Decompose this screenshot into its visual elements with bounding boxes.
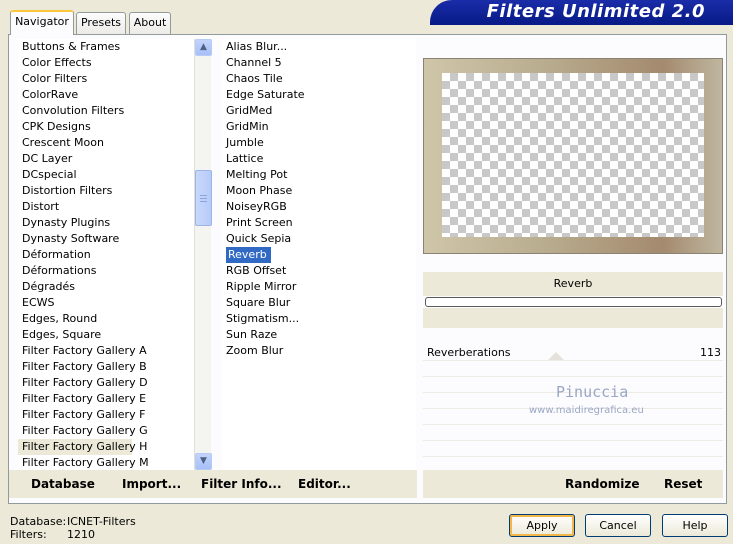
filter-item[interactable]: Channel 5 [222, 55, 416, 71]
category-list[interactable]: Buttons & Frames Color Effects Color Filte… [18, 39, 194, 471]
tab-presets[interactable]: Presets [76, 12, 126, 34]
category-item[interactable]: Filter Factory Gallery G [18, 423, 194, 439]
filter-item[interactable]: Ripple Mirror [222, 279, 416, 295]
category-item[interactable]: Filter Factory Gallery B [18, 359, 194, 375]
scroll-thumb[interactable] [195, 170, 212, 226]
param-row-reverberations[interactable]: Reverberations 113 [423, 345, 723, 361]
reset-button[interactable]: Reset [664, 470, 702, 498]
filter-item[interactable]: Reverb [222, 247, 416, 263]
filter-item[interactable]: NoiseyRGB [222, 199, 416, 215]
category-item[interactable]: DC Layer [18, 151, 194, 167]
watermark-site: www.maidiregrafica.eu [529, 405, 644, 416]
category-item[interactable]: Dynasty Software [18, 231, 194, 247]
filter-item[interactable]: Stigmatism... [222, 311, 416, 327]
app-title: Filters Unlimited 2.0 [486, 1, 705, 22]
param-row-empty [423, 441, 723, 457]
watermark-name: Pinuccia [556, 383, 629, 401]
category-scrollbar[interactable]: ▲ ▼ [194, 39, 212, 471]
category-item[interactable]: Dynasty Plugins [18, 215, 194, 231]
filter-item[interactable]: Edge Saturate [222, 87, 416, 103]
category-item[interactable]: DCspecial [18, 167, 194, 183]
filter-item[interactable]: Quick Sepia [222, 231, 416, 247]
category-item[interactable]: Color Filters [18, 71, 194, 87]
filter-item-selected[interactable]: Reverb [226, 247, 271, 263]
category-item[interactable]: Color Effects [18, 55, 194, 71]
filter-item[interactable]: Alias Blur... [222, 39, 416, 55]
database-button[interactable]: Database [31, 470, 95, 498]
category-item[interactable]: Filter Factory Gallery E [18, 391, 194, 407]
selected-filter-name: Reverb [423, 272, 723, 296]
filter-item[interactable]: Chaos Tile [222, 71, 416, 87]
category-item[interactable]: Distort [18, 199, 194, 215]
cancel-button[interactable]: Cancel [585, 514, 651, 537]
param-label: Reverberations [427, 346, 511, 359]
category-item[interactable]: Filter Factory Gallery H [18, 439, 147, 455]
filter-item[interactable]: GridMin [222, 119, 416, 135]
filters-count-label: Filters: [10, 528, 47, 541]
category-item[interactable]: Convolution Filters [18, 103, 194, 119]
filter-item[interactable]: Moon Phase [222, 183, 416, 199]
param-row-empty [423, 425, 723, 441]
category-item[interactable]: Buttons & Frames [18, 39, 194, 55]
randomize-button[interactable]: Randomize [565, 470, 639, 498]
transparency-checker [442, 73, 704, 237]
params-header-strip [423, 308, 723, 328]
category-item[interactable]: Filter Factory Gallery A [18, 343, 194, 359]
help-button[interactable]: Help [662, 514, 728, 537]
category-item[interactable]: Filter Factory Gallery F [18, 407, 194, 423]
param-row-empty [423, 361, 723, 377]
tab-navigator[interactable]: Navigator [10, 10, 74, 35]
database-label: Database: [10, 515, 67, 528]
progress-bar [425, 297, 722, 307]
filter-item[interactable]: Square Blur [222, 295, 416, 311]
title-banner: Filters Unlimited 2.0 [430, 0, 733, 25]
editor-button[interactable]: Editor... [298, 470, 351, 498]
filter-item[interactable]: RGB Offset [222, 263, 416, 279]
category-item[interactable]: Crescent Moon [18, 135, 194, 151]
import-button[interactable]: Import... [122, 470, 181, 498]
filter-item[interactable]: Zoom Blur [222, 343, 416, 359]
category-item[interactable]: Déformation [18, 247, 194, 263]
category-item[interactable]: Filter Factory Gallery M [18, 455, 194, 471]
filters-count-value: 1210 [67, 528, 95, 541]
filter-info-button[interactable]: Filter Info... [201, 470, 282, 498]
scroll-up-button[interactable]: ▲ [195, 39, 212, 56]
category-item[interactable]: ColorRave [18, 87, 194, 103]
category-item[interactable]: CPK Designs [18, 119, 194, 135]
filter-item[interactable]: GridMed [222, 103, 416, 119]
scroll-down-button[interactable]: ▼ [195, 453, 212, 470]
filter-list[interactable]: Alias Blur... Channel 5 Chaos Tile Edge Sat… [222, 39, 416, 471]
category-item[interactable]: ECWS [18, 295, 194, 311]
filter-item[interactable]: Sun Raze [222, 327, 416, 343]
category-item[interactable]: Dégradés [18, 279, 194, 295]
category-item[interactable]: Distortion Filters [18, 183, 194, 199]
filter-item[interactable]: Lattice [222, 151, 416, 167]
slider-thumb[interactable] [548, 352, 564, 360]
category-item[interactable]: Edges, Square [18, 327, 194, 343]
filter-item[interactable]: Print Screen [222, 215, 416, 231]
category-item[interactable]: Filter Factory Gallery D [18, 375, 194, 391]
category-item[interactable]: Déformations [18, 263, 194, 279]
preview-image [423, 58, 723, 254]
category-item[interactable]: Edges, Round [18, 311, 194, 327]
database-value: ICNET-Filters [67, 515, 136, 528]
tab-about[interactable]: About [129, 12, 171, 34]
param-value: 113 [700, 346, 721, 359]
filter-item[interactable]: Melting Pot [222, 167, 416, 183]
filter-item[interactable]: Jumble [222, 135, 416, 151]
apply-button[interactable]: Apply [509, 514, 575, 537]
